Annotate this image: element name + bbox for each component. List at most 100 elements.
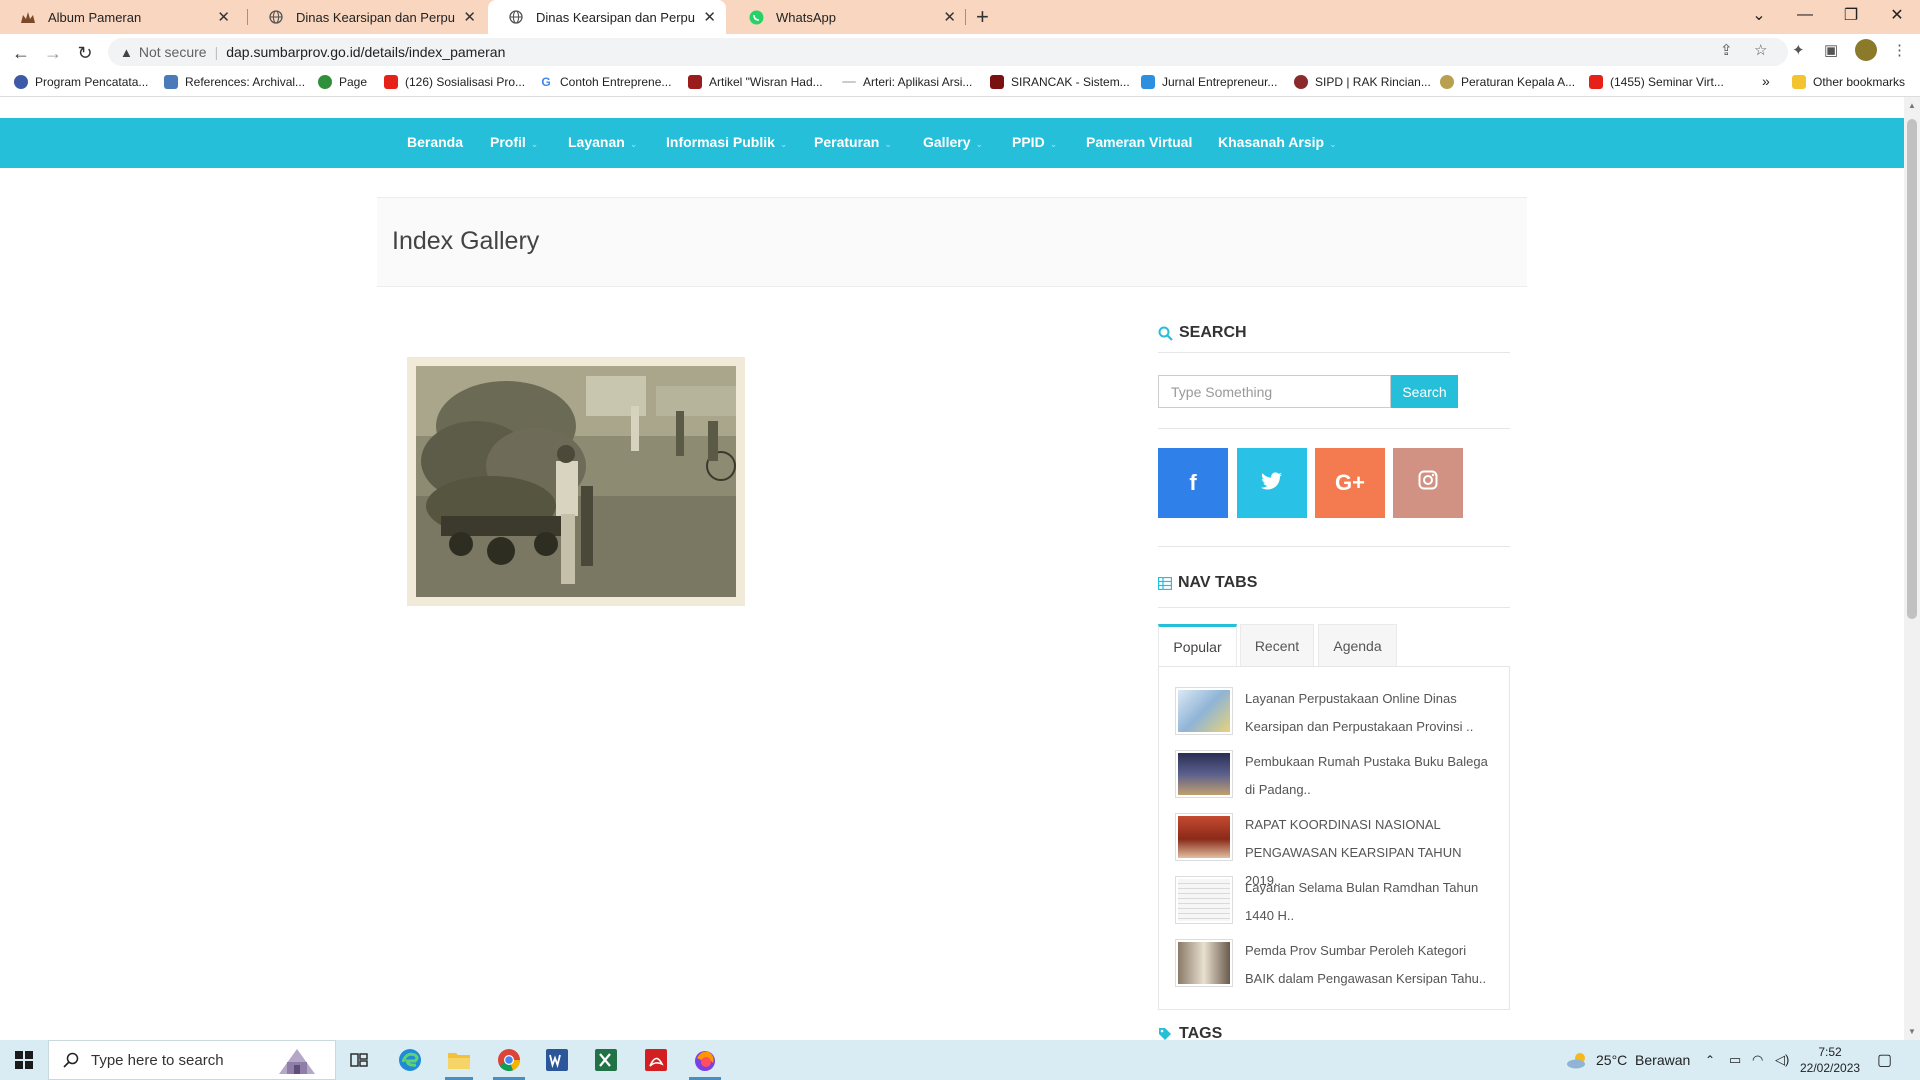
widget-title-text: SEARCH [1179, 324, 1247, 341]
nav-label: Pameran Virtual [1086, 134, 1193, 150]
bookmark-item[interactable]: G Contoh Entreprene... [539, 75, 671, 89]
bookmark-item[interactable]: Artikel "Wisran Had... [688, 75, 823, 89]
acrobat-pdf-icon[interactable] [642, 1046, 670, 1074]
nav-item-informasi-publik[interactable]: Informasi Publik ⌄ [666, 134, 787, 150]
nav-item-pameran-virtual[interactable]: Pameran Virtual [1086, 134, 1192, 150]
clock[interactable]: 7:52 22/02/2023 [1800, 1040, 1860, 1080]
nav-item-beranda[interactable]: Beranda [407, 134, 463, 150]
word-icon[interactable] [543, 1046, 571, 1074]
bookmark-item[interactable]: Page [318, 75, 367, 89]
other-bookmarks[interactable]: Other bookmarks [1792, 75, 1905, 89]
list-item[interactable]: Pembukaan Rumah Pustaka Buku Balega di P… [1175, 748, 1495, 804]
tab-search-chevron-down-icon[interactable]: ⌄ [1736, 0, 1782, 30]
extensions-puzzle-icon[interactable]: ✦ [1792, 41, 1805, 59]
gallery-photo[interactable] [407, 357, 745, 606]
weather-text: 25°C Berawan [1596, 1052, 1691, 1068]
edge-browser-icon[interactable] [396, 1046, 424, 1074]
bookmark-favicon-icon [842, 81, 856, 83]
chevron-down-icon: ⌄ [779, 139, 788, 149]
page-header: Index Gallery [377, 197, 1527, 287]
bookmarks-overflow-chevron-icon[interactable]: » [1762, 73, 1770, 89]
bookmark-item[interactable]: Peraturan Kepala A... [1440, 75, 1575, 89]
bookmark-label: SIPD | RAK Rincian... [1315, 75, 1431, 89]
bookmarks-bar: Program Pencatata... References: Archiva… [0, 71, 1920, 97]
back-arrow-icon[interactable]: ← [9, 41, 33, 65]
address-bar[interactable]: ▲ Not secure | dap.sumbarprov.go.id/deta… [108, 38, 1788, 66]
volume-speaker-icon[interactable]: ◁) [1775, 1040, 1789, 1080]
close-icon[interactable]: ✕ [463, 8, 476, 26]
bookmark-item[interactable]: SIRANCAK - Sistem... [990, 75, 1130, 89]
excel-icon[interactable] [592, 1046, 620, 1074]
forward-arrow-icon[interactable]: → [41, 41, 65, 65]
weather-widget[interactable]: 25°C Berawan [1566, 1040, 1690, 1080]
bookmark-item[interactable]: References: Archival... [164, 75, 305, 89]
bookmark-favicon-icon [164, 75, 178, 89]
reload-icon[interactable]: ↻ [73, 41, 97, 65]
bookmark-label: Jurnal Entrepreneur... [1162, 75, 1278, 89]
device-icon[interactable]: ▭ [1729, 1040, 1741, 1080]
nav-item-khasanah-arsip[interactable]: Khasanah Arsip ⌄ [1218, 134, 1337, 150]
close-icon[interactable]: ✕ [943, 8, 956, 26]
share-icon[interactable]: ⇪ [1720, 41, 1733, 59]
address-divider: | [214, 44, 219, 60]
taskbar-search-box[interactable]: Type here to search [48, 1040, 336, 1080]
tab-agenda[interactable]: Agenda [1318, 624, 1397, 666]
bookmark-item[interactable]: (1455) Seminar Virt... [1589, 75, 1724, 89]
notifications-icon[interactable]: ▢ [1877, 1040, 1892, 1080]
browser-tab-dinas-2-active[interactable]: Dinas Kearsipan dan Perpustakaan ✕ [488, 0, 726, 34]
browser-tab-album-pameran[interactable]: Album Pameran ✕ [0, 0, 240, 34]
side-panel-icon[interactable]: ▣ [1824, 41, 1838, 59]
browser-tab-whatsapp[interactable]: WhatsApp ✕ [728, 0, 966, 34]
nav-item-layanan[interactable]: Layanan ⌄ [568, 134, 637, 150]
menu-kebab-icon[interactable]: ⋮ [1892, 41, 1907, 59]
profile-avatar[interactable] [1855, 39, 1877, 61]
bookmark-item[interactable]: SIPD | RAK Rincian... [1294, 75, 1431, 89]
tab-popular[interactable]: Popular [1158, 624, 1237, 666]
list-item[interactable]: RAPAT KOORDINASI NASIONAL PENGAWASAN KEA… [1175, 811, 1495, 888]
windows-start-icon[interactable] [10, 1046, 38, 1074]
close-icon[interactable]: ✕ [703, 8, 716, 26]
network-wifi-icon[interactable]: ◠ [1752, 1040, 1763, 1080]
firefox-icon[interactable] [691, 1046, 719, 1074]
search-input[interactable] [1158, 375, 1391, 408]
bookmark-item[interactable]: (126) Sosialisasi Pro... [384, 75, 525, 89]
bookmark-item[interactable]: Jurnal Entrepreneur... [1141, 75, 1277, 89]
window-close-icon[interactable]: ✕ [1874, 0, 1920, 30]
restore-icon[interactable]: ❐ [1828, 0, 1874, 30]
tab-recent[interactable]: Recent [1240, 624, 1314, 666]
list-item[interactable]: Layanan Perpustakaan Online Dinas Kearsi… [1175, 685, 1495, 741]
file-explorer-folder-icon[interactable] [445, 1046, 473, 1074]
bookmark-favicon-icon [318, 75, 332, 89]
twitter-button[interactable] [1237, 448, 1307, 518]
browser-tab-dinas-1[interactable]: Dinas Kearsipan dan Perpustakaan ✕ [248, 0, 486, 34]
table-grid-icon [1158, 576, 1172, 590]
bookmark-star-icon[interactable]: ☆ [1754, 41, 1767, 59]
task-view-icon[interactable] [345, 1046, 373, 1074]
close-icon[interactable]: ✕ [217, 8, 230, 26]
page-scrollbar[interactable]: ▲ ▼ [1904, 97, 1920, 1040]
instagram-button[interactable] [1393, 448, 1463, 518]
youtube-icon [384, 75, 398, 89]
scroll-up-arrow-icon[interactable]: ▲ [1908, 101, 1916, 110]
minimize-icon[interactable]: — [1782, 0, 1828, 30]
scrollbar-thumb[interactable] [1907, 119, 1917, 619]
list-item[interactable]: Pemda Prov Sumbar Peroleh Kategori BAIK … [1175, 937, 1495, 993]
bookmark-item[interactable]: Program Pencatata... [14, 75, 148, 89]
new-tab-plus-icon[interactable]: + [976, 4, 989, 30]
nav-item-profil[interactable]: Profil ⌄ [490, 134, 538, 150]
nav-item-gallery[interactable]: Gallery ⌄ [923, 134, 983, 150]
page-viewport: Beranda Profil ⌄ Layanan ⌄ Informasi Publi… [0, 97, 1904, 1040]
show-hidden-icons-chevron-icon[interactable]: ⌃ [1705, 1040, 1715, 1080]
bookmark-label: Artikel "Wisran Had... [709, 75, 823, 89]
tags-widget-title: TAGS [1158, 1025, 1222, 1040]
facebook-button[interactable]: f [1158, 448, 1228, 518]
google-plus-button[interactable]: G+ [1315, 448, 1385, 518]
scroll-down-arrow-icon[interactable]: ▼ [1908, 1027, 1916, 1036]
search-button[interactable]: Search [1391, 375, 1458, 408]
nav-item-peraturan[interactable]: Peraturan ⌄ [814, 134, 892, 150]
nav-item-ppid[interactable]: PPID ⌄ [1012, 134, 1057, 150]
chrome-icon[interactable] [495, 1046, 523, 1074]
post-title: Pembukaan Rumah Pustaka Buku Balega di P… [1245, 754, 1488, 797]
list-item[interactable]: Layanan Selama Bulan Ramdhan Tahun 1440 … [1175, 874, 1495, 930]
bookmark-item[interactable]: Arteri: Aplikasi Arsi... [842, 75, 972, 89]
